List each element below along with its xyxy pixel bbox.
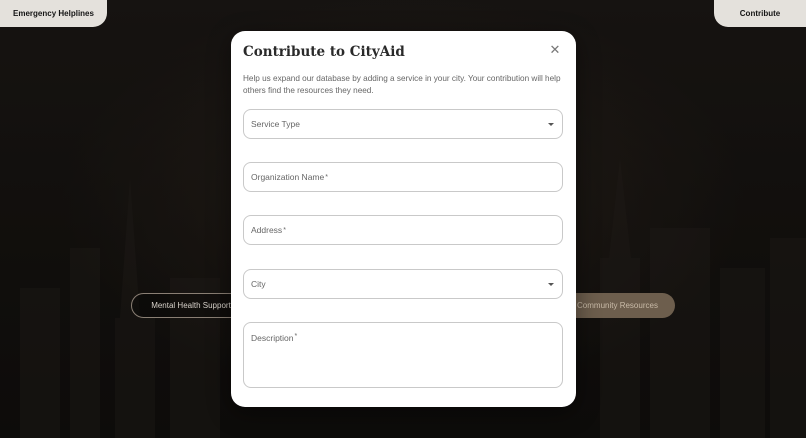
organization-name-field[interactable]: Organization Name * [243,162,563,192]
required-mark: * [283,226,286,234]
emergency-helplines-button[interactable]: Emergency Helplines [0,0,107,27]
modal-description: Help us expand our database by adding a … [243,74,561,95]
contribute-modal: Contribute to CityAid ✕ Help us expand o… [231,31,576,407]
chevron-down-icon [548,123,554,126]
city-select[interactable]: City [243,269,563,299]
organization-name-label: Organization Name [251,172,325,182]
service-type-label: Service Type [251,119,300,129]
city-label: City [251,279,266,289]
description-textarea[interactable]: Description * [243,322,563,388]
close-icon[interactable]: ✕ [548,43,562,57]
required-mark: * [325,173,328,181]
required-mark: * [294,333,298,340]
modal-title: Contribute to CityAid [243,44,405,60]
chevron-down-icon [548,283,554,286]
contribute-button[interactable]: Contribute [714,0,806,27]
address-field[interactable]: Address * [243,215,563,245]
service-type-select[interactable]: Service Type [243,109,563,139]
category-community-resources-button[interactable]: Community Resources [560,293,675,318]
address-label: Address [251,225,283,235]
description-label: Description [251,333,294,343]
